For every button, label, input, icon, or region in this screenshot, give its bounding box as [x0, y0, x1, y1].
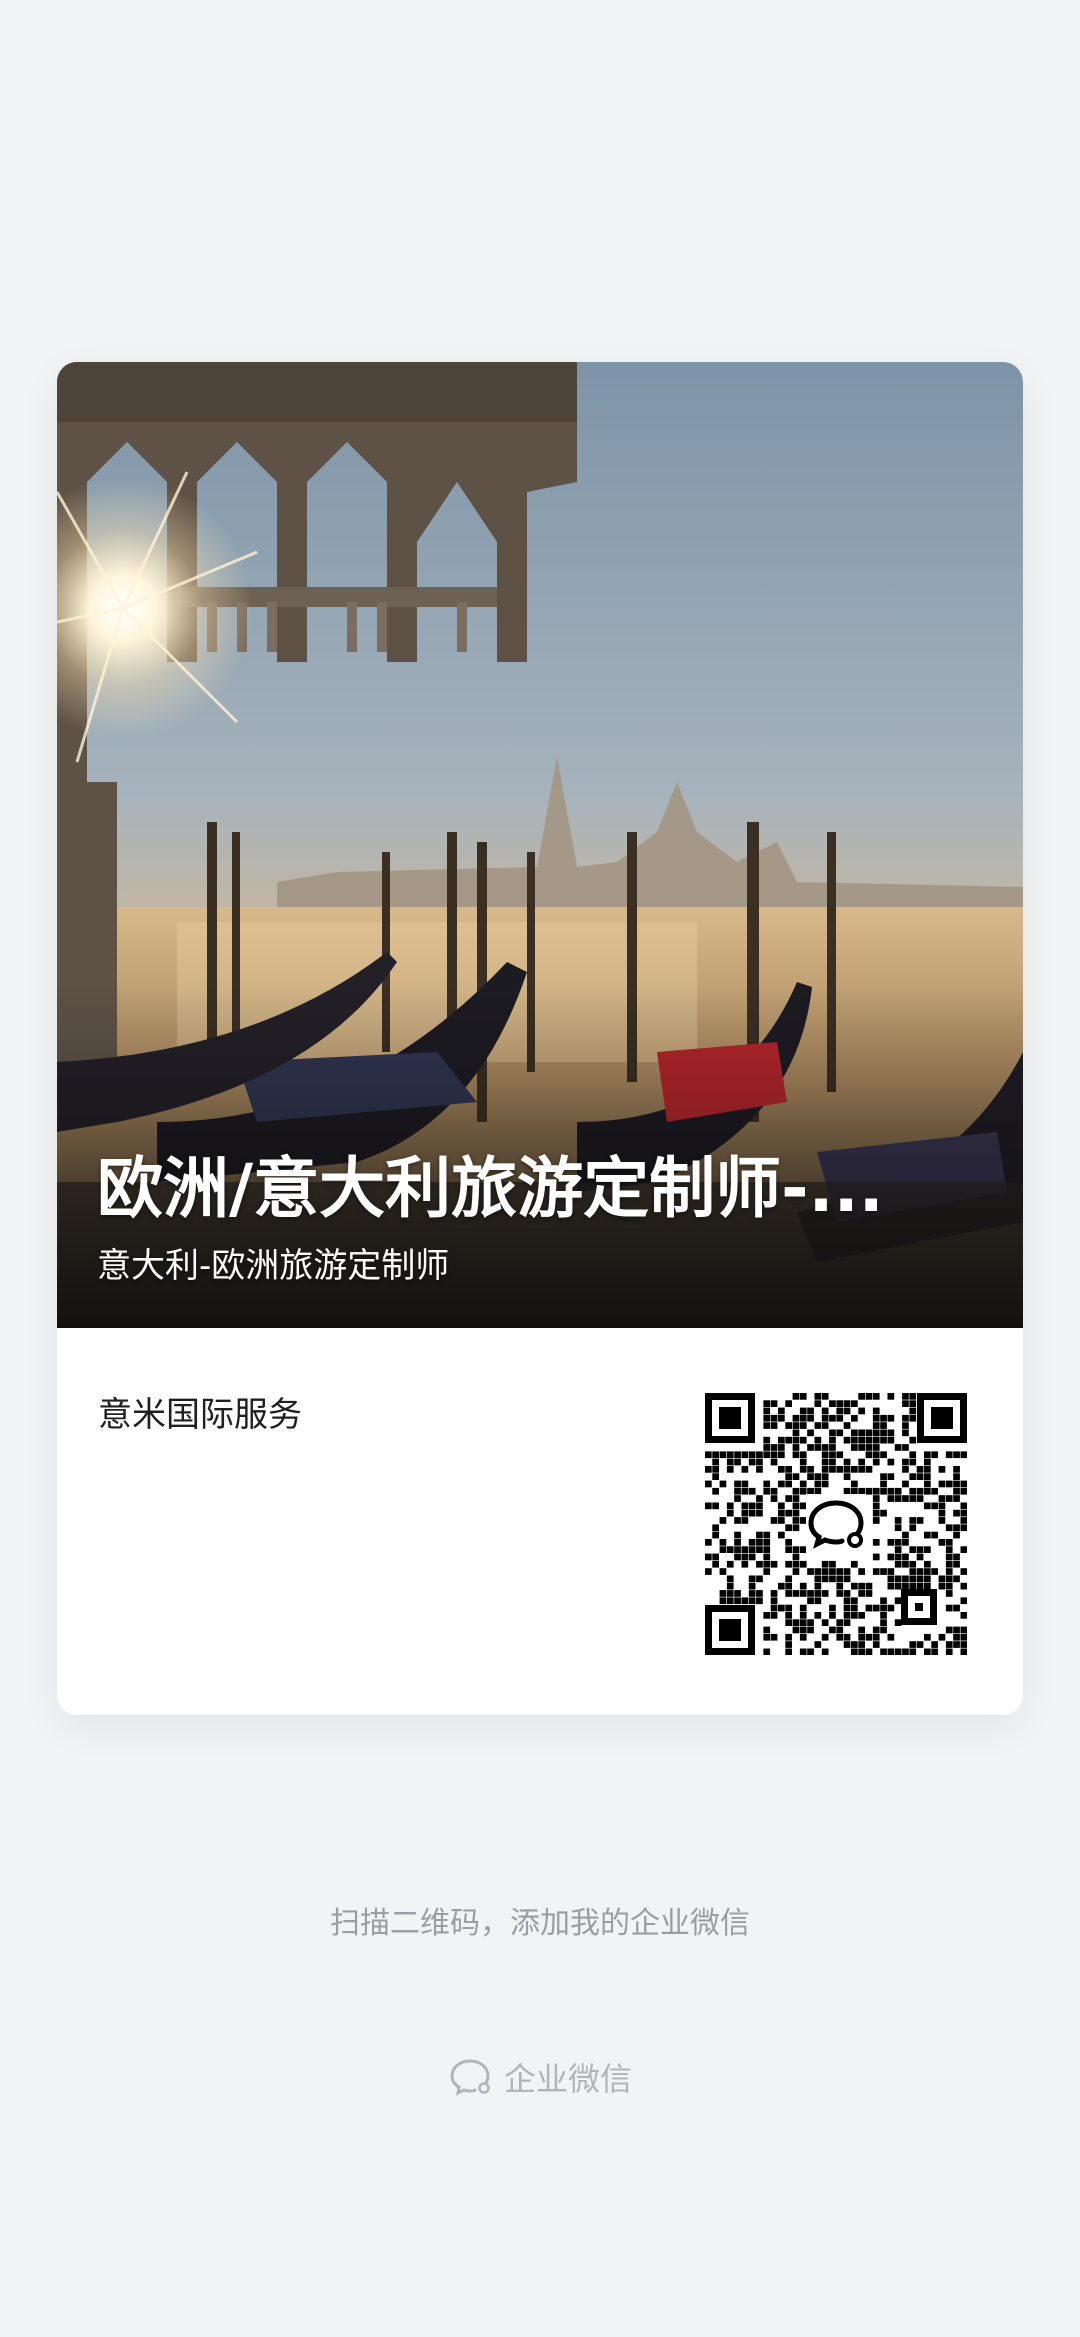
contact-card: 欧洲/意大利旅游定制师-... 意大利-欧洲旅游定制师 意米国际服务 — [57, 362, 1023, 1715]
qr-code[interactable] — [705, 1393, 968, 1656]
scan-hint: 扫描二维码，添加我的企业微信 — [330, 1906, 750, 1941]
wecom-logo-icon — [448, 2057, 494, 2097]
card-title: 欧洲/意大利旅游定制师-... — [97, 1150, 884, 1227]
wecom-brand: 企业微信 — [0, 2054, 1080, 2100]
wecom-logo-icon — [806, 1494, 866, 1554]
wecom-brand-label: 企业微信 — [503, 2060, 632, 2098]
qr-code-graphic — [705, 1393, 968, 1656]
company-name: 意米国际服务 — [98, 1395, 302, 1435]
card-subtitle: 意大利-欧洲旅游定制师 — [97, 1246, 450, 1286]
